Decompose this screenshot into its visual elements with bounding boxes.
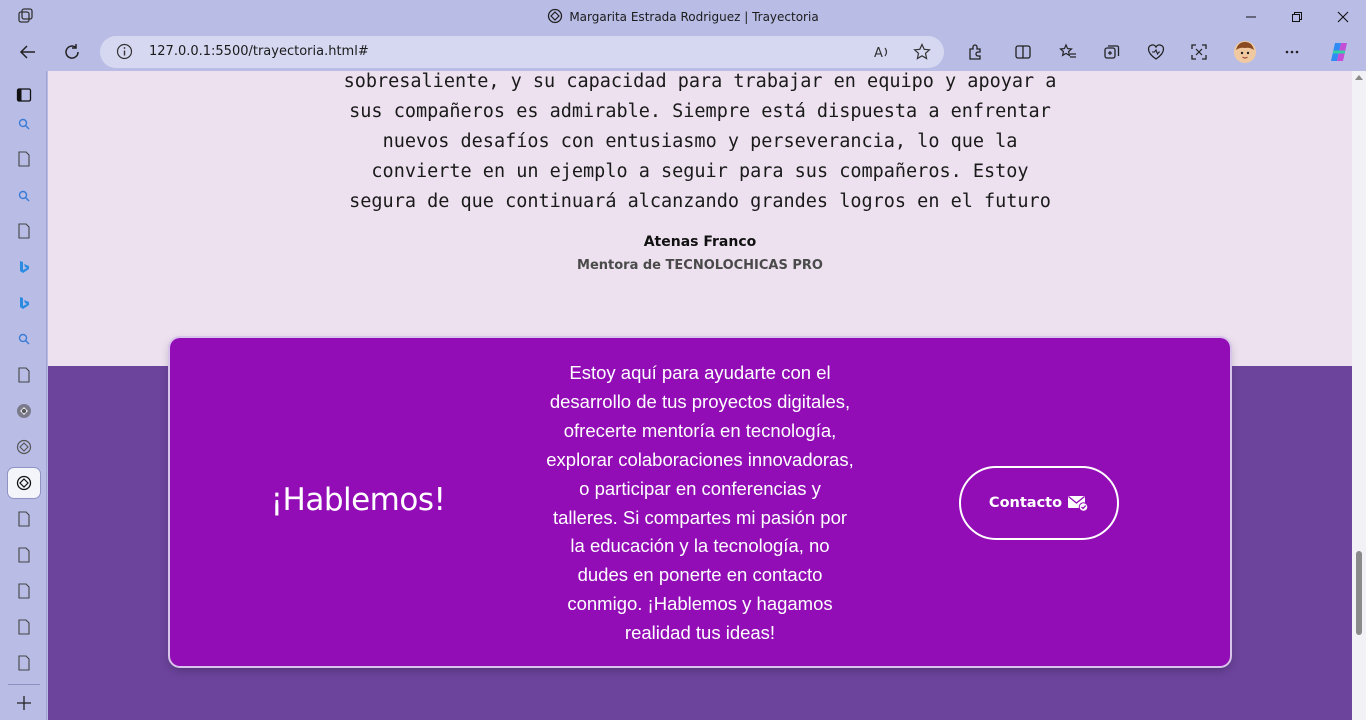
cta-text-line: la educación y la tecnología, no — [570, 535, 830, 557]
favorite-star-icon[interactable] — [911, 41, 933, 63]
cta-text-line: dudes en ponerte en contacto — [577, 564, 823, 586]
testimonial-quote: sobresaliente, y su capacidad para traba… — [338, 71, 1062, 217]
page-icon — [18, 511, 30, 527]
back-button[interactable] — [12, 37, 44, 67]
page-icon — [18, 583, 30, 599]
quote-line: nuevos desafíos con entusiasmo y perseve… — [382, 131, 1018, 152]
browser-toolbar: 127.0.0.1:5500/trayectoria.html# A — [0, 33, 1366, 71]
plus-icon — [17, 696, 31, 710]
site-info-icon[interactable] — [116, 43, 133, 65]
site-favicon-icon — [16, 475, 32, 491]
restore-button[interactable] — [1274, 0, 1320, 33]
quote-line: sobresaliente, y su capacidad para traba… — [343, 71, 1057, 92]
sidebar-tab-search-3[interactable] — [8, 324, 40, 354]
address-bar[interactable]: 127.0.0.1:5500/trayectoria.html# A — [100, 36, 944, 68]
restore-icon — [1292, 11, 1302, 22]
contact-button[interactable]: Contacto — [959, 466, 1119, 540]
arrow-left-icon — [19, 45, 35, 59]
search-icon — [18, 333, 30, 345]
tab-panel-icon — [16, 88, 32, 102]
minimize-icon — [1246, 16, 1256, 17]
sidebar-tab-page-8[interactable] — [8, 648, 40, 678]
sidebar-tab-page-6[interactable] — [8, 576, 40, 606]
sidebar-tab-bing-1[interactable] — [8, 252, 40, 282]
cta-text-line: Estoy aquí para ayudarte con el — [569, 362, 831, 383]
testimonial-author: Atenas Franco — [643, 234, 757, 250]
read-aloud-icon[interactable]: A — [871, 41, 893, 63]
svg-text:A: A — [874, 46, 883, 61]
cta-text-line: ofrecerte mentoría en tecnología, — [563, 419, 837, 441]
scroll-up-arrow-icon[interactable] — [1355, 75, 1363, 80]
page-icon — [18, 655, 30, 671]
cta-text-line: talleres. Si compartes mi pasión por — [552, 506, 848, 528]
search-icon — [18, 118, 30, 130]
copilot-icon[interactable] — [1324, 38, 1354, 66]
close-window-button[interactable] — [1320, 0, 1366, 33]
sidebar-tab-page-2[interactable] — [8, 216, 40, 246]
window-title: Margarita Estrada Rodriguez | Trayectori… — [0, 8, 1366, 27]
sidebar-tab-active[interactable] — [8, 468, 40, 498]
title-bar: Margarita Estrada Rodriguez | Trayectori… — [0, 0, 1366, 33]
refresh-button[interactable] — [56, 37, 88, 67]
screenshot-icon[interactable] — [1184, 38, 1214, 66]
emblem-icon — [17, 404, 31, 418]
contact-cta-card: ¡Hablemos! Estoy aquí para ayudarte con … — [170, 338, 1230, 666]
quote-line: sus compañeros es admirable. Siempre est… — [349, 101, 1051, 122]
scrollbar-thumb[interactable] — [1356, 551, 1362, 635]
sidebar-divider — [8, 684, 40, 685]
more-options-icon[interactable] — [1277, 38, 1307, 66]
collections-icon[interactable] — [1097, 38, 1127, 66]
testimonial-author-role: Mentora de TECNOLOCHICAS PRO — [577, 258, 823, 273]
mail-check-icon — [1067, 494, 1089, 512]
url-text[interactable]: 127.0.0.1:5500/trayectoria.html# — [149, 44, 369, 59]
sidebar-tab-page-3[interactable] — [8, 360, 40, 390]
sidebar-tab-page-5[interactable] — [8, 540, 40, 570]
quote-line: segura de que continuará alcanzando gran… — [349, 191, 1051, 212]
site-favicon-icon — [547, 8, 563, 27]
sidebar-tab-emblem[interactable] — [8, 396, 40, 426]
profile-avatar-icon[interactable] — [1230, 38, 1260, 66]
search-icon — [18, 190, 30, 202]
bing-icon — [20, 297, 29, 309]
sidebar-tab-page-7[interactable] — [8, 612, 40, 642]
sidebar-tab-search-2[interactable] — [8, 181, 40, 211]
contact-button-label: Contacto — [988, 495, 1063, 511]
refresh-icon — [65, 44, 79, 59]
window-title-text: Margarita Estrada Rodriguez | Trayectori… — [569, 10, 819, 24]
new-tab-button[interactable] — [8, 688, 40, 718]
cta-text-line: desarrollo de tus proyectos digitales, — [549, 390, 851, 412]
tab-panel-toggle-button[interactable] — [8, 80, 40, 110]
sidebar-tab-bing-2[interactable] — [8, 288, 40, 318]
cta-text-line: explorar colaboraciones innovadoras, — [546, 448, 854, 470]
cta-text-line: realidad tus ideas! — [624, 622, 776, 644]
sidebar-tab-search-1[interactable] — [8, 109, 40, 139]
cta-text-line: o participar en conferencias y — [579, 477, 821, 499]
extensions-icon[interactable] — [960, 38, 990, 66]
page-icon — [18, 367, 30, 383]
site-favicon-icon — [16, 439, 32, 455]
vertical-tabs-sidebar — [0, 71, 47, 720]
page-scrollbar[interactable] — [1352, 71, 1366, 720]
page-icon — [18, 223, 30, 239]
page-icon — [18, 619, 30, 635]
minimize-button[interactable] — [1228, 0, 1274, 33]
bing-icon — [20, 261, 29, 273]
cta-description: Estoy aquí para ayudarte con el desarrol… — [530, 359, 870, 648]
sidebar-tab-page-1[interactable] — [8, 144, 40, 174]
sidebar-tab-site-1[interactable] — [8, 432, 40, 462]
cta-text-line: conmigo. ¡Hablemos y hagamos — [567, 593, 833, 615]
favorites-icon[interactable] — [1053, 38, 1083, 66]
split-screen-icon[interactable] — [1008, 38, 1038, 66]
quote-line: convierte en un ejemplo a seguir para su… — [371, 161, 1029, 182]
page-icon — [18, 151, 30, 167]
cta-heading: ¡Hablemos! — [270, 482, 446, 518]
sidebar-tab-page-4[interactable] — [8, 504, 40, 534]
page-viewport: sobresaliente, y su capacidad para traba… — [48, 71, 1352, 720]
browser-essentials-icon[interactable] — [1141, 38, 1171, 66]
page-icon — [18, 547, 30, 563]
close-icon — [1337, 11, 1349, 22]
